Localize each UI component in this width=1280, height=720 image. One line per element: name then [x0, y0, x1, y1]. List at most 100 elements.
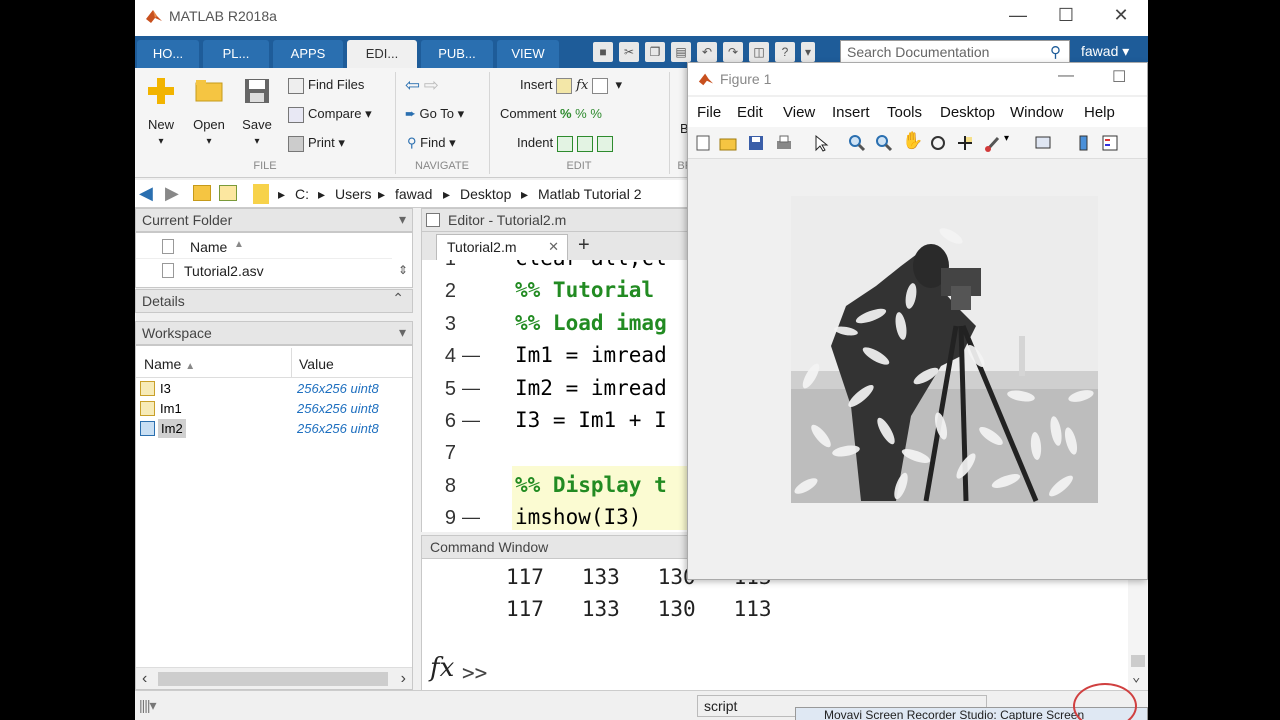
zoom-out-icon[interactable]	[875, 134, 893, 152]
insert-button[interactable]: Insert fx ▾	[520, 74, 622, 96]
chevron-down-icon[interactable]: ▾	[1004, 133, 1022, 151]
link-plot-icon[interactable]	[1034, 134, 1052, 152]
menu-help[interactable]: Help	[1084, 104, 1115, 121]
pointer-icon[interactable]	[812, 134, 830, 152]
paste-icon[interactable]: ▤	[671, 42, 691, 62]
column-header-name[interactable]: Name ▲	[136, 235, 392, 259]
search-documentation-input[interactable]: Search Documentation	[840, 40, 1070, 64]
tab-apps[interactable]: APPS	[273, 40, 343, 68]
breakpoint-gutter[interactable]: —	[462, 410, 480, 431]
tab-view[interactable]: VIEW	[497, 40, 559, 68]
back-forward-buttons[interactable]: ⇦ ⇨	[405, 74, 439, 96]
user-menu[interactable]: fawad ▾	[1081, 43, 1129, 60]
code-line[interactable]: Im2 = imread	[515, 376, 667, 400]
menu-desktop[interactable]: Desktop	[940, 104, 995, 121]
find-button[interactable]: ⚲ Find ▾	[407, 132, 456, 154]
image-axes[interactable]	[791, 196, 1098, 503]
code-line[interactable]: imshow(I3)	[515, 505, 641, 529]
brush-icon[interactable]	[984, 134, 1002, 152]
menu-tools[interactable]: Tools	[887, 104, 922, 121]
tab-tutorial2[interactable]: Tutorial2.m ✕	[436, 234, 568, 260]
breakpoint-gutter[interactable]: —	[462, 507, 480, 528]
tab-plots[interactable]: PL...	[203, 40, 269, 68]
switch-windows-icon[interactable]: ◫	[749, 42, 769, 62]
menu-view[interactable]: View	[783, 104, 815, 121]
scroll-thumb[interactable]	[1131, 655, 1145, 667]
status-grip-icon[interactable]: ||||▾	[139, 697, 157, 714]
menu-file[interactable]: File	[697, 104, 721, 121]
indent-button[interactable]: Indent	[517, 132, 617, 154]
scroll-right-icon[interactable]: ›	[401, 670, 406, 688]
tab-editor[interactable]: EDI...	[347, 40, 417, 68]
breakpoint-gutter[interactable]: —	[462, 378, 480, 399]
colorbar-icon[interactable]	[1074, 134, 1092, 152]
panel-menu-icon[interactable]: ▾	[399, 211, 406, 228]
comment-button[interactable]: Comment % % %	[500, 103, 602, 125]
back-icon[interactable]: ◀	[139, 183, 153, 204]
breadcrumb-users[interactable]: Users	[335, 186, 372, 202]
fx-icon[interactable]: fx	[430, 653, 454, 683]
menu-edit[interactable]: Edit	[737, 104, 763, 121]
new-button[interactable]: New ▾	[139, 76, 183, 147]
code-comment-line[interactable]: %% Tutorial	[515, 278, 654, 302]
close-tab-icon[interactable]: ✕	[548, 239, 559, 255]
details-header[interactable]: Details ⌃	[135, 289, 413, 313]
chevron-down-icon[interactable]: ▾	[801, 42, 815, 62]
breadcrumb-drive[interactable]: C:	[295, 186, 309, 202]
new-figure-icon[interactable]	[694, 134, 712, 152]
scroll-down-icon[interactable]: ⌄	[1132, 669, 1140, 685]
code-line[interactable]: clear all,cl	[515, 260, 667, 270]
save-icon[interactable]: ■	[593, 42, 613, 62]
save-button[interactable]: Save ▾	[235, 76, 279, 147]
code-comment-line[interactable]: %% Load imag	[515, 311, 667, 335]
code-comment-line[interactable]: %% Display t	[515, 473, 667, 497]
print-button[interactable]: Print ▾	[288, 132, 345, 154]
print-figure-icon[interactable]	[775, 134, 793, 152]
new-tab-icon[interactable]: +	[578, 234, 590, 257]
minimize-button[interactable]: —	[995, 5, 1041, 26]
horizontal-scrollbar[interactable]: ‹ ›	[136, 667, 412, 689]
breadcrumb-folder[interactable]: Matlab Tutorial 2	[538, 186, 642, 202]
scroll-arrows-icon[interactable]: ⇕	[398, 263, 408, 277]
tab-home[interactable]: HO...	[137, 40, 199, 68]
undo-icon[interactable]: ↶	[697, 42, 717, 62]
code-editor[interactable]: 1 clear all,cl 2 %% Tutorial 3 %% Load imag 4 —…	[421, 260, 701, 532]
up-folder-icon[interactable]	[193, 185, 211, 201]
breadcrumb-user[interactable]: fawad	[395, 186, 432, 202]
close-button[interactable]: ✕	[1098, 5, 1144, 26]
redo-icon[interactable]: ↷	[723, 42, 743, 62]
tab-publish[interactable]: PUB...	[421, 40, 493, 68]
pan-hand-icon[interactable]: ✋	[902, 131, 923, 150]
code-line[interactable]: Im1 = imread	[515, 343, 667, 367]
table-row[interactable]: Im1 256x256 uint8	[136, 399, 412, 419]
open-button[interactable]: Open ▾	[187, 76, 231, 147]
forward-icon[interactable]: ▶	[165, 183, 179, 204]
scroll-thumb[interactable]	[158, 672, 388, 686]
menu-window[interactable]: Window	[1010, 104, 1063, 121]
compare-button[interactable]: Compare ▾	[288, 103, 372, 125]
help-icon[interactable]: ?	[775, 42, 795, 62]
cut-icon[interactable]: ✂	[619, 42, 639, 62]
zoom-in-icon[interactable]	[848, 134, 866, 152]
data-cursor-icon[interactable]	[956, 134, 974, 152]
panel-menu-icon[interactable]: ▾	[399, 324, 406, 341]
table-row[interactable]: I3 256x256 uint8	[136, 379, 412, 399]
save-figure-icon[interactable]	[747, 134, 765, 152]
rotate-3d-icon[interactable]	[929, 134, 947, 152]
maximize-button[interactable]: ☐	[1112, 67, 1126, 87]
breadcrumb-desktop[interactable]: Desktop	[460, 186, 511, 202]
search-icon[interactable]: ⚲	[1050, 43, 1061, 61]
menu-insert[interactable]: Insert	[832, 104, 870, 121]
minimize-button[interactable]: —	[1058, 67, 1074, 85]
code-line[interactable]: I3 = Im1 + I	[515, 408, 667, 432]
scroll-left-icon[interactable]: ‹	[142, 670, 147, 688]
legend-icon[interactable]	[1101, 134, 1119, 152]
chevron-up-icon[interactable]: ⌃	[392, 290, 404, 307]
go-to-button[interactable]: ➨ Go To ▾	[405, 103, 464, 125]
find-files-button[interactable]: Find Files	[288, 74, 364, 96]
breakpoint-gutter[interactable]: —	[462, 345, 480, 366]
table-row-selected[interactable]: Im2 256x256 uint8	[136, 419, 412, 439]
column-name[interactable]: Name ▲	[144, 356, 195, 372]
open-file-icon[interactable]	[719, 134, 737, 152]
column-value[interactable]: Value	[299, 356, 334, 372]
